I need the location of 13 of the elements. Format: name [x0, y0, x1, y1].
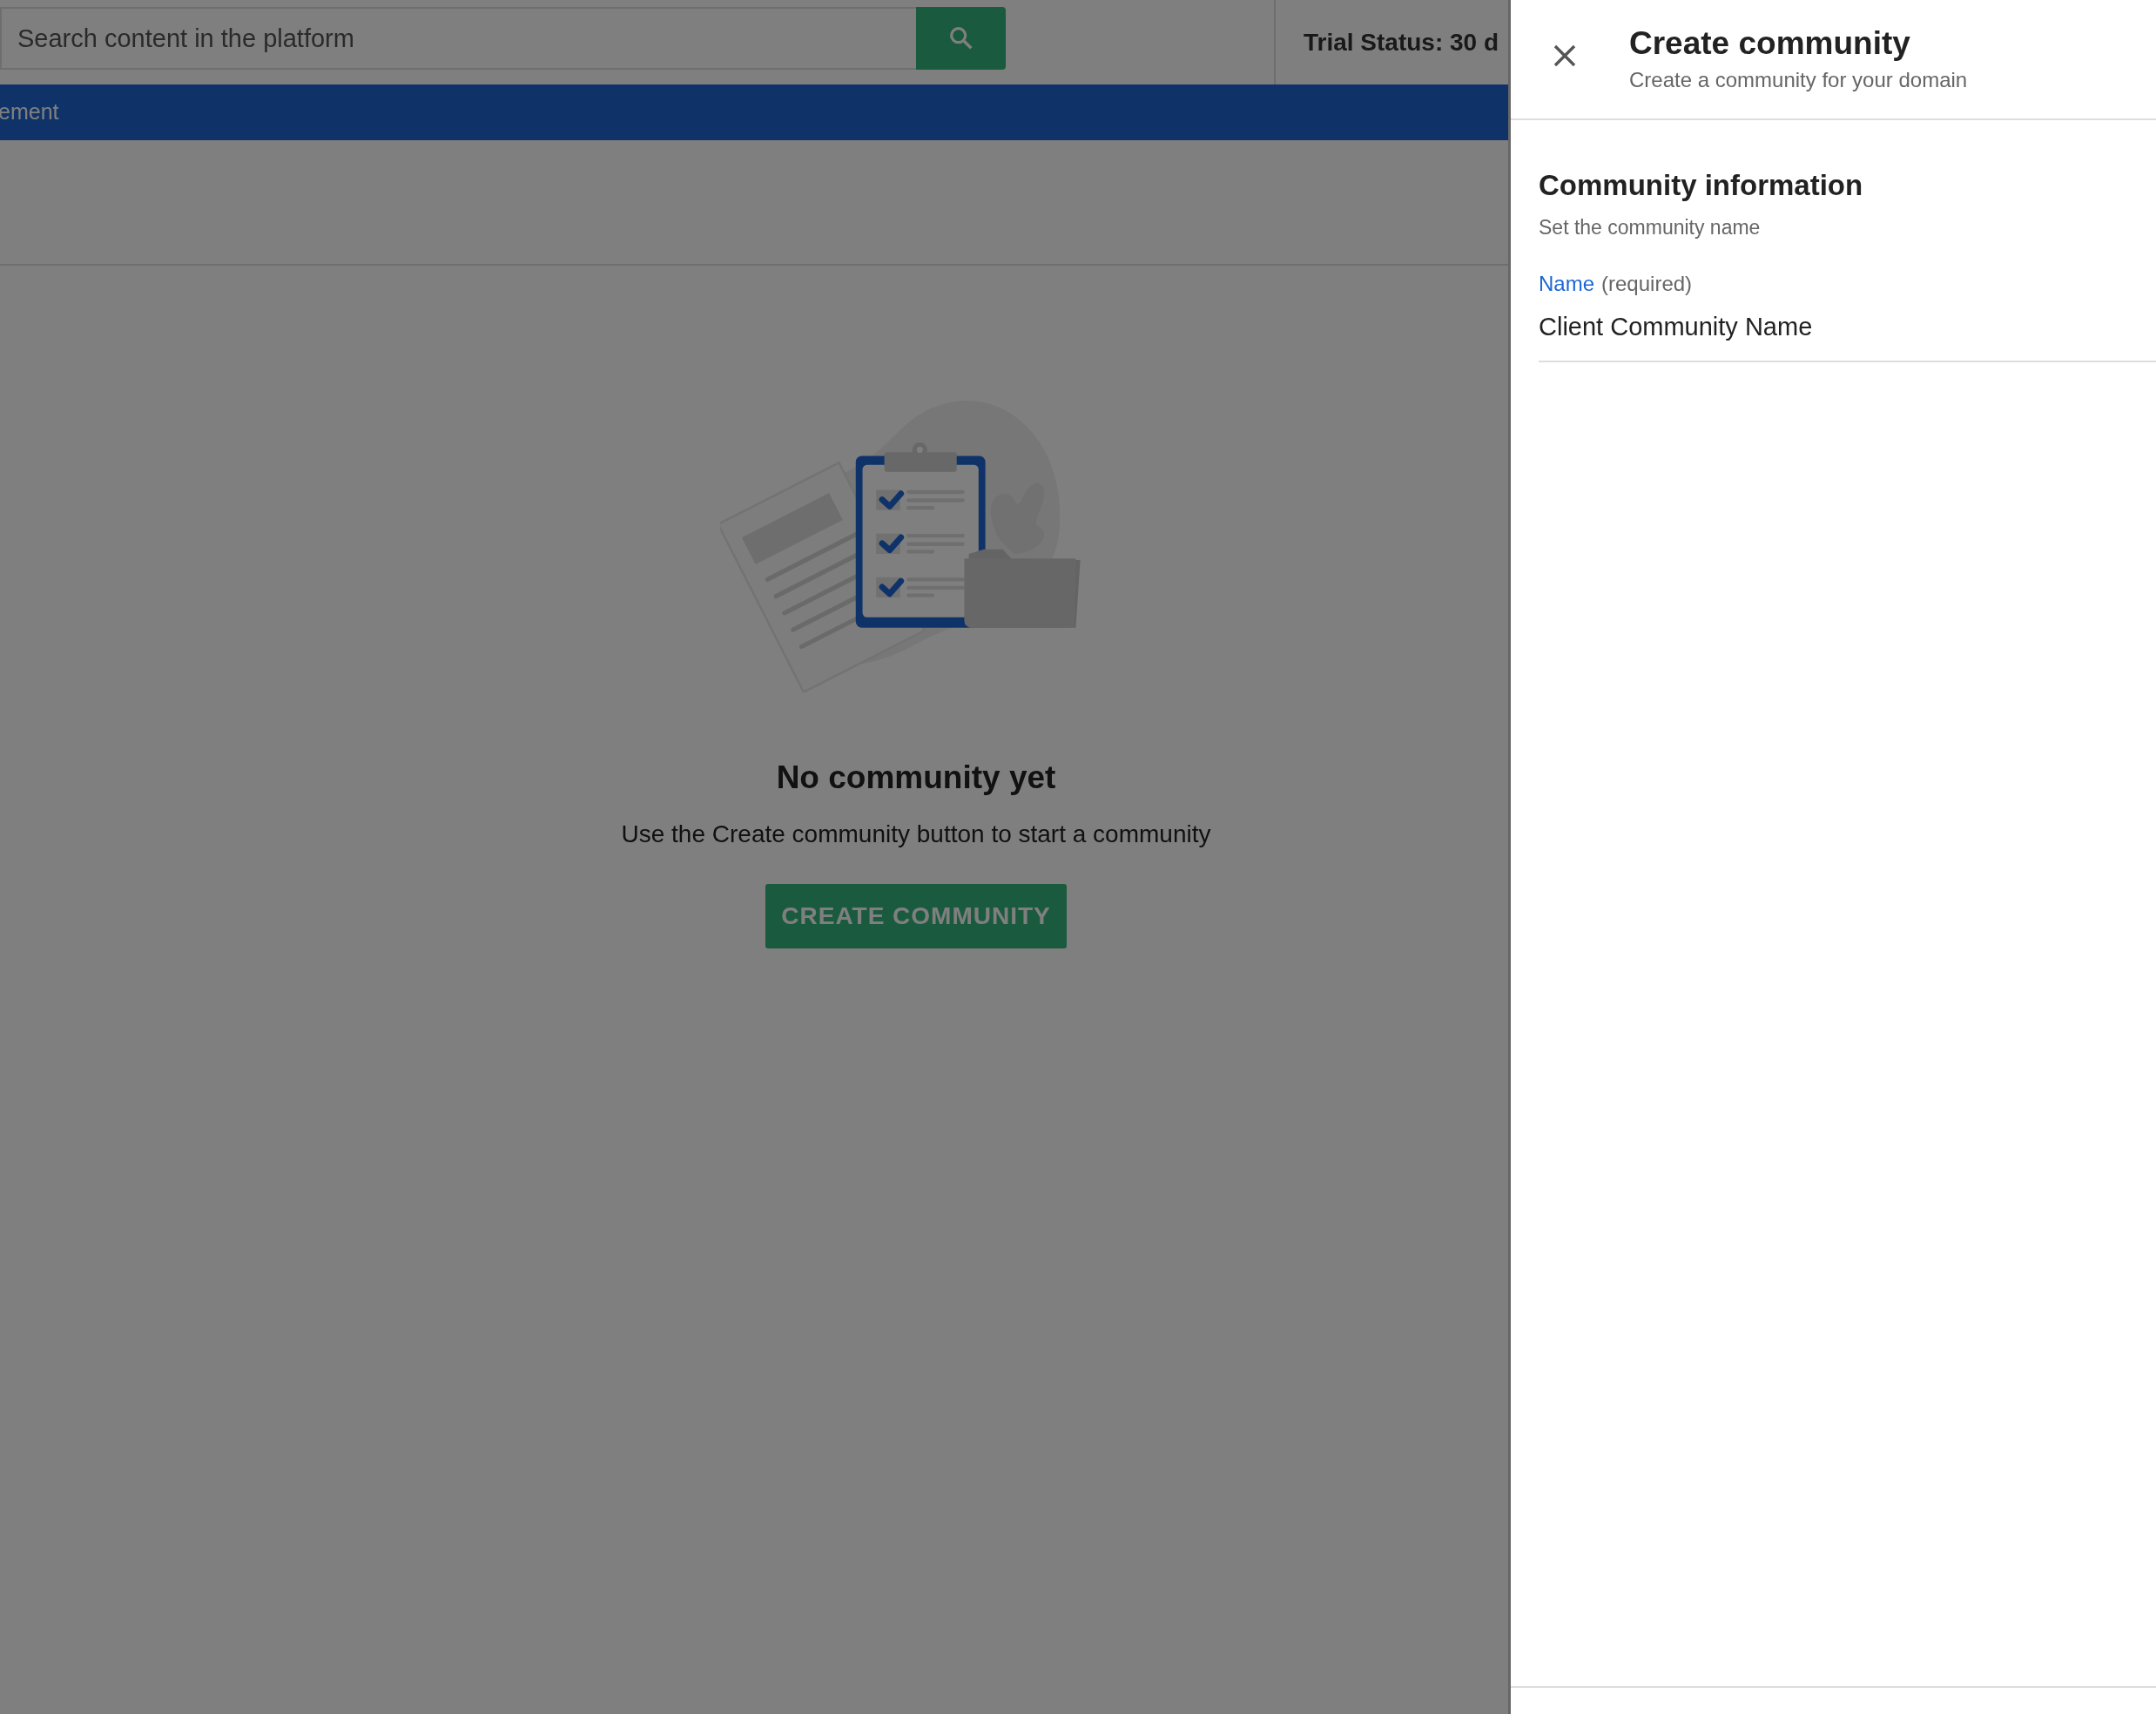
required-note: (required) — [1601, 272, 1693, 295]
search-field[interactable]: Search content in the platform — [0, 7, 916, 70]
close-button[interactable] — [1553, 44, 1577, 68]
trial-status: Trial Status: 30 d — [1304, 27, 1499, 57]
close-icon — [1553, 44, 1577, 68]
panel-title: Create community — [1629, 24, 1911, 63]
section-subtitle: Set the community name — [1539, 214, 1762, 240]
empty-state-title: No community yet — [776, 759, 1056, 797]
panel-subtitle: Create a community for your domain — [1629, 67, 1968, 94]
field-label: Name — [1539, 271, 1595, 297]
section-title: Community information — [1539, 168, 1864, 203]
create-community-button[interactable]: CREATE COMMUNITY — [765, 883, 1067, 948]
empty-state-text: Use the Create community button to start a community — [621, 819, 1211, 849]
